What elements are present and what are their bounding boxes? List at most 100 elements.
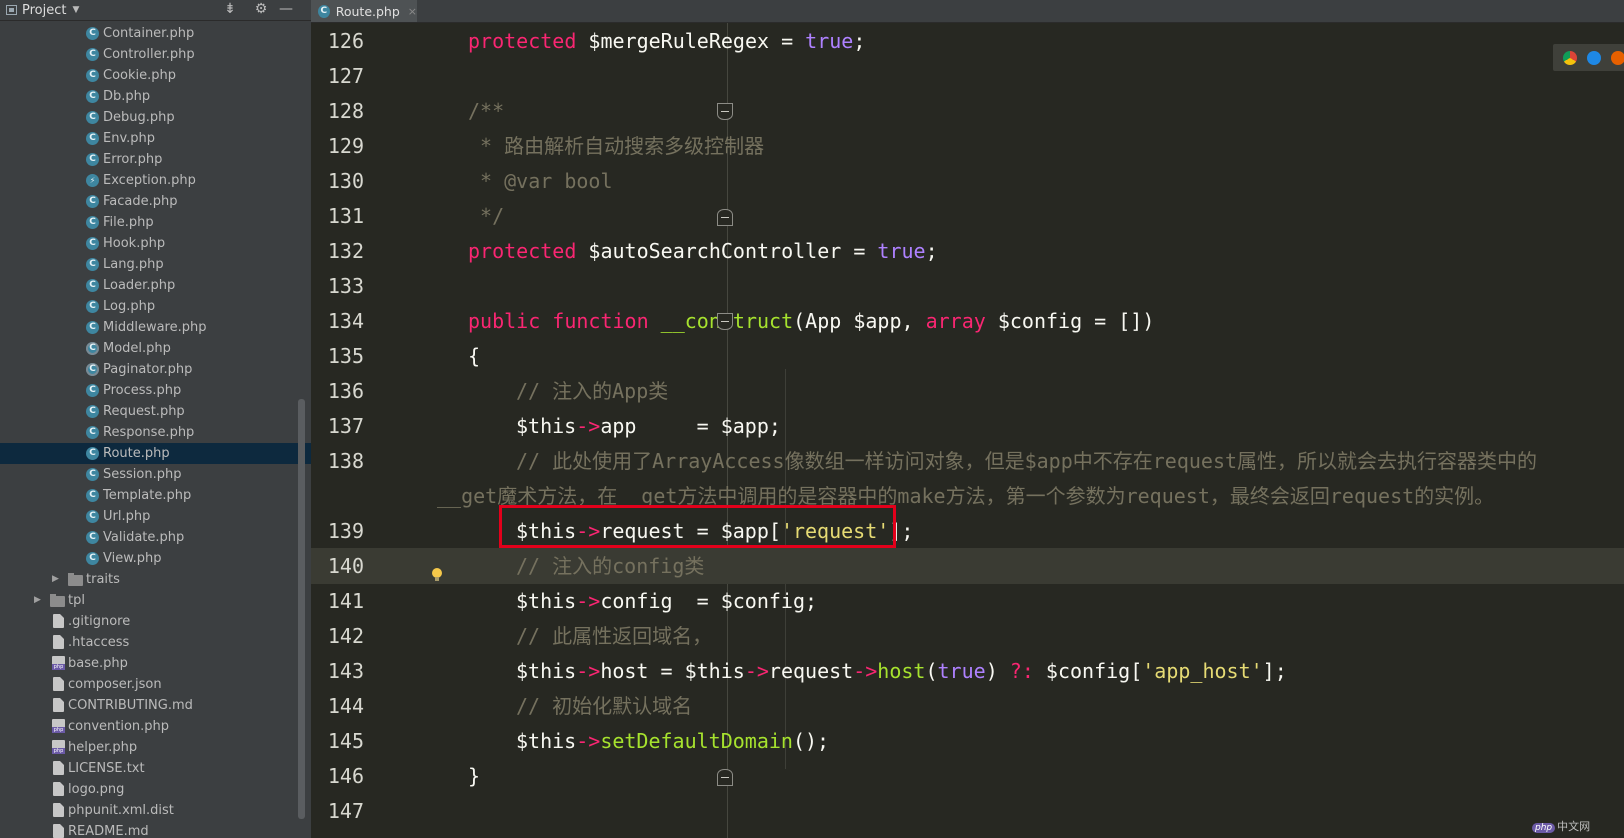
tree-item-log[interactable]: C Log.php <box>0 296 311 317</box>
tree-item-htaccess[interactable]: .htaccess <box>0 632 311 653</box>
folder-icon <box>50 594 65 607</box>
constant-token: true <box>937 659 986 683</box>
tree-item-label: helper.php <box>68 740 138 755</box>
tree-item-error[interactable]: C Error.php <box>0 149 311 170</box>
tree-item-label: Route.php <box>103 446 170 461</box>
line-number: 127 <box>327 64 364 88</box>
tree-item-validate[interactable]: C Validate.php <box>0 527 311 548</box>
tree-item-convention[interactable]: convention.php <box>0 716 311 737</box>
php-class-icon: C <box>86 384 99 397</box>
tree-item-label: Hook.php <box>103 236 166 251</box>
tree-item-session[interactable]: C Session.php <box>0 464 311 485</box>
tab-route-php[interactable]: C Route.php × <box>311 0 417 22</box>
tree-item-license[interactable]: LICENSE.txt <box>0 758 311 779</box>
chevron-right-icon[interactable]: ▶ <box>34 590 41 611</box>
php-class-icon: C <box>86 426 99 439</box>
edge-icon[interactable] <box>1587 51 1601 65</box>
firefox-icon[interactable] <box>1611 51 1624 65</box>
code-line: 146 } <box>311 758 1624 794</box>
tree-item-label: File.php <box>103 215 154 230</box>
chevron-down-icon[interactable]: ▼ <box>72 5 79 15</box>
project-dropdown-label[interactable]: Project <box>22 3 66 18</box>
close-icon[interactable]: × <box>408 5 417 18</box>
sidebar-scrollbar[interactable] <box>298 399 305 819</box>
project-tree: C Container.php C Controller.php C Cookie.p… <box>0 23 311 838</box>
tree-item-label: Error.php <box>103 152 163 167</box>
image-file-icon <box>53 782 64 796</box>
code-token: app = $app; <box>600 414 781 438</box>
code-line: 135 { <box>311 338 1624 374</box>
php-class-icon: C <box>86 279 99 292</box>
comment-text: // 初始化默认域名 <box>516 694 693 718</box>
fold-toggle-icon[interactable] <box>717 313 733 330</box>
tree-item-response[interactable]: C Response.php <box>0 422 311 443</box>
chevron-right-icon[interactable]: ▶ <box>52 569 59 590</box>
tree-item-logo[interactable]: logo.png <box>0 779 311 800</box>
tree-item-contributing[interactable]: CONTRIBUTING.md <box>0 695 311 716</box>
collapse-all-icon[interactable]: ⇟ <box>221 1 239 17</box>
tree-item-base[interactable]: base.php <box>0 653 311 674</box>
tree-item-helper[interactable]: helper.php <box>0 737 311 758</box>
php-abstract-class-icon: C <box>86 342 99 355</box>
tree-item-paginator[interactable]: C Paginator.php <box>0 359 311 380</box>
tree-item-composer[interactable]: composer.json <box>0 674 311 695</box>
lightbulb-icon[interactable] <box>432 568 442 582</box>
folder-icon <box>68 573 83 586</box>
line-number: 135 <box>327 344 364 368</box>
tree-item-phpunit[interactable]: phpunit.xml.dist <box>0 800 311 821</box>
tree-item-model[interactable]: C Model.php <box>0 338 311 359</box>
tree-item-readme[interactable]: README.md <box>0 821 311 838</box>
tree-folder-traits[interactable]: ▶ traits <box>0 569 311 590</box>
tree-item-label: Loader.php <box>103 278 176 293</box>
fold-toggle-icon[interactable] <box>717 103 733 120</box>
keyword-token: protected <box>468 29 577 53</box>
hide-panel-icon[interactable]: — <box>277 1 295 17</box>
tree-item-file[interactable]: C File.php <box>0 212 311 233</box>
tree-item-env[interactable]: C Env.php <box>0 128 311 149</box>
tree-item-cookie[interactable]: C Cookie.php <box>0 65 311 86</box>
tree-item-request[interactable]: C Request.php <box>0 401 311 422</box>
tree-item-view[interactable]: C View.php <box>0 548 311 569</box>
tree-item-container[interactable]: C Container.php <box>0 23 311 44</box>
code-token: $autoSearchController = <box>576 239 878 263</box>
tree-item-debug[interactable]: C Debug.php <box>0 107 311 128</box>
code-line: 144 // 初始化默认域名 <box>311 688 1624 724</box>
tree-item-facade[interactable]: C Facade.php <box>0 191 311 212</box>
tree-item-exception[interactable]: ⚡ Exception.php <box>0 170 311 191</box>
tree-item-label: Validate.php <box>103 530 185 545</box>
tree-item-template[interactable]: C Template.php <box>0 485 311 506</box>
tree-folder-tpl[interactable]: ▶ tpl <box>0 590 311 611</box>
tree-item-route-selected[interactable]: C Route.php <box>0 443 311 464</box>
tree-item-hook[interactable]: C Hook.php <box>0 233 311 254</box>
comment-text: /** <box>468 99 505 123</box>
tree-item-middleware[interactable]: C Middleware.php <box>0 317 311 338</box>
fold-toggle-icon[interactable] <box>717 209 733 226</box>
operator-token: ?: <box>1009 659 1034 683</box>
tree-item-label: Facade.php <box>103 194 178 209</box>
code-line: 128 /** <box>311 93 1624 129</box>
tree-item-label: View.php <box>103 551 162 566</box>
fold-toggle-icon[interactable] <box>717 769 733 786</box>
line-number: 144 <box>327 694 364 718</box>
php-exception-icon: ⚡ <box>86 174 99 187</box>
tree-item-lang[interactable]: C Lang.php <box>0 254 311 275</box>
tree-item-loader[interactable]: C Loader.php <box>0 275 311 296</box>
line-number: 145 <box>327 729 364 753</box>
project-panel-header: Project ▼ ⇟ ⚙ — <box>0 0 311 21</box>
code-token: ]; <box>1262 659 1287 683</box>
tree-item-db[interactable]: C Db.php <box>0 86 311 107</box>
tree-item-controller[interactable]: C Controller.php <box>0 44 311 65</box>
tree-item-gitignore[interactable]: .gitignore <box>0 611 311 632</box>
chrome-icon[interactable] <box>1563 51 1577 65</box>
tree-item-label: composer.json <box>68 677 162 692</box>
code-text: { <box>468 344 481 368</box>
line-number: 142 <box>327 624 364 648</box>
gear-icon[interactable]: ⚙ <box>252 1 270 17</box>
tree-item-url[interactable]: C Url.php <box>0 506 311 527</box>
code-line: 131 */ <box>311 198 1624 234</box>
code-token: $config = []) <box>985 309 1155 333</box>
line-number: 134 <box>327 309 364 333</box>
tree-item-process[interactable]: C Process.php <box>0 380 311 401</box>
code-editor[interactable]: 126 protected $mergeRuleRegex = true; 12… <box>311 23 1624 838</box>
